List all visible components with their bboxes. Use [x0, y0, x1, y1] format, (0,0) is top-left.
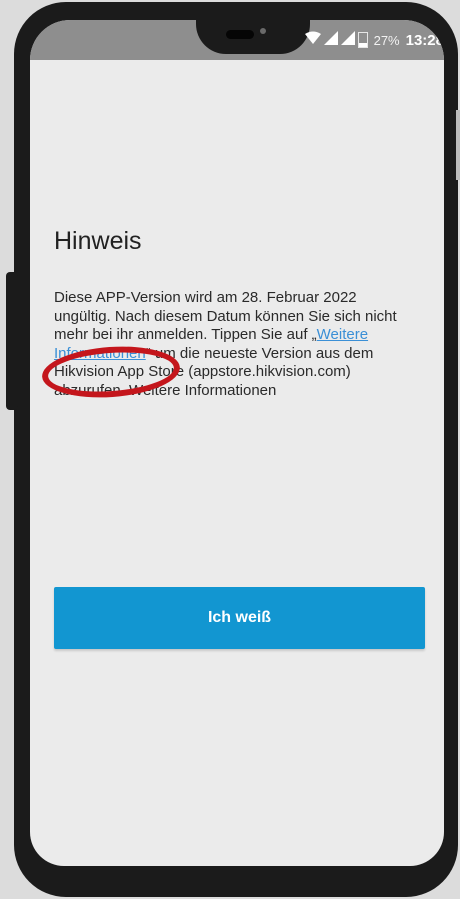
status-bar: 27% 13:28	[30, 20, 444, 60]
screen: 27% 13:28	[30, 20, 444, 866]
clock: 13:28	[405, 31, 444, 49]
speaker	[226, 30, 254, 39]
camera-icon	[260, 28, 266, 34]
battery-icon	[357, 32, 368, 48]
signal-icon	[323, 30, 338, 50]
dialog-message: Diese APP-Version wird am 28. Februar 20…	[54, 289, 398, 401]
side-rail	[456, 110, 460, 180]
status-icons: 27% 13:28	[304, 20, 444, 60]
notch	[196, 20, 310, 54]
battery-percent: 27%	[373, 32, 400, 48]
signal-icon	[340, 30, 355, 50]
dialog-title: Hinweis	[54, 227, 142, 255]
side-button	[6, 272, 18, 410]
acknowledge-button[interactable]: Ich weiß	[54, 587, 425, 649]
wifi-icon	[304, 31, 321, 50]
